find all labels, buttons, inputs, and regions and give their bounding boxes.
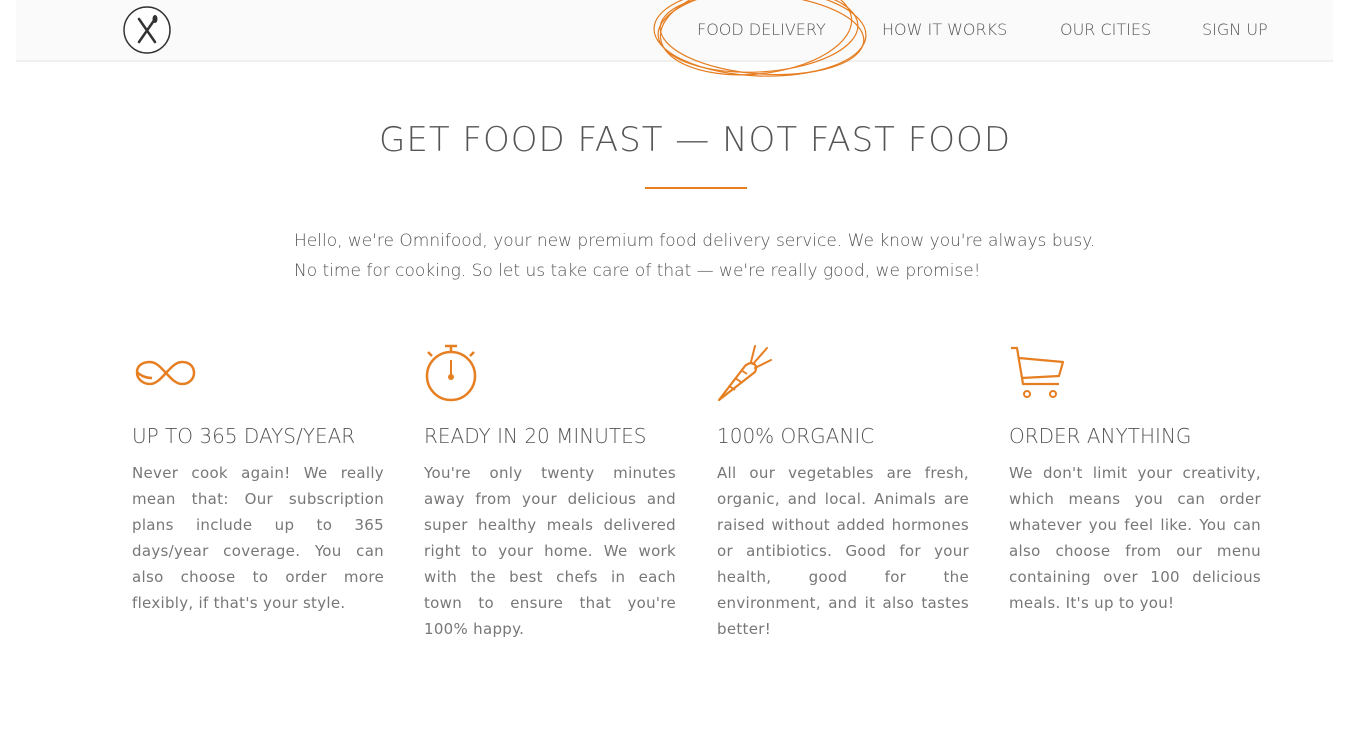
feature-organic: 100% ORGANIC All our vegetables are fres… — [717, 340, 969, 642]
hero-title: GET FOOD FAST — NOT FAST FOOD — [378, 120, 1012, 160]
nav-sign-up[interactable]: SIGN UP — [1202, 20, 1268, 39]
nav-how-it-works[interactable]: HOW IT WORKS — [882, 20, 1007, 39]
feature-title: READY IN 20 MINUTES — [424, 424, 647, 448]
feature-order-anything: ORDER ANYTHING We don't limit your creat… — [1009, 340, 1261, 616]
feature-365-days: UP TO 365 DAYS/YEAR Never cook again! We… — [132, 340, 384, 616]
intro-text: Hello, we're Omnifood, your new premium … — [294, 226, 1114, 286]
feature-text: All our vegetables are fresh, organic, a… — [717, 464, 969, 638]
stopwatch-icon — [424, 340, 676, 410]
carrot-icon — [717, 340, 969, 410]
nav-our-cities[interactable]: OUR CITIES — [1060, 20, 1151, 39]
intro-line-1: Hello, we're Omnifood, your new premium … — [294, 231, 1096, 251]
feature-text: Never cook again! We really mean that: O… — [132, 464, 384, 612]
nav-food-delivery[interactable]: FOOD DELIVERY — [697, 20, 826, 39]
feature-title: ORDER ANYTHING — [1009, 424, 1192, 448]
intro-line-2: No time for cooking. So let us take care… — [294, 261, 981, 281]
feature-20-minutes: READY IN 20 MINUTES You're only twenty m… — [424, 340, 676, 642]
title-divider — [645, 187, 747, 189]
feature-title: UP TO 365 DAYS/YEAR — [132, 424, 356, 448]
feature-text: You're only twenty minutes away from you… — [424, 464, 676, 638]
feature-title: 100% ORGANIC — [717, 424, 875, 448]
infinity-icon — [132, 340, 384, 410]
omnifood-logo[interactable] — [122, 5, 172, 55]
feature-text: We don't limit your creativity, which me… — [1009, 464, 1261, 612]
cart-icon — [1009, 340, 1261, 410]
